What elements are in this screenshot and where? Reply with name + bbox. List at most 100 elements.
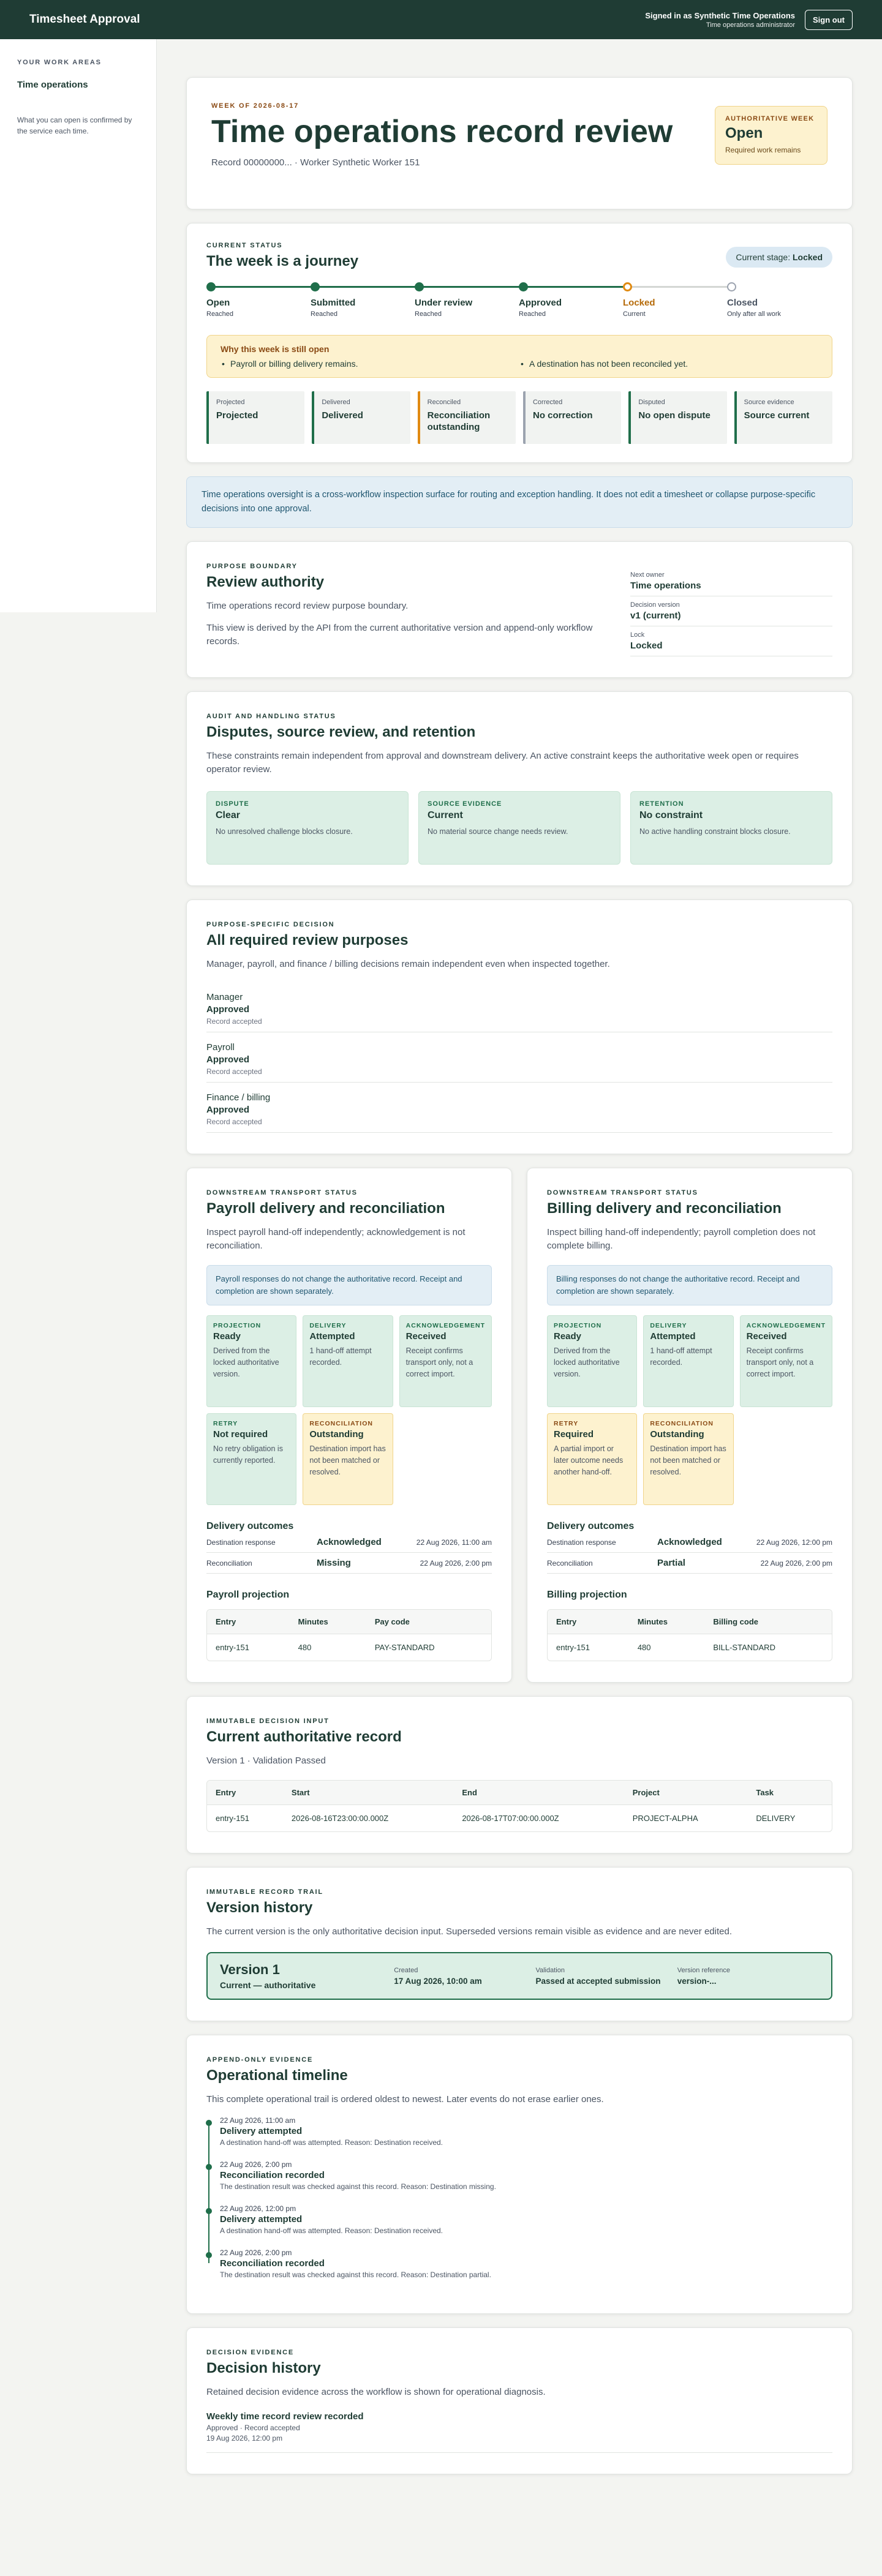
section-eyebrow: IMMUTABLE RECORD TRAIL [206, 1888, 323, 1896]
dispute-status: DISPUTE Clear No unresolved challenge bloc… [206, 791, 409, 865]
callout-item: Payroll or billing delivery remains. [221, 359, 519, 369]
timeline-event: 22 Aug 2026, 11:00 am Delivery attempted A… [206, 2116, 832, 2147]
step-approved: Approved Reached [519, 282, 617, 318]
sidebar-heading: YOUR WORK AREAS [17, 59, 102, 66]
step-status: Reached [519, 310, 546, 318]
status-label: RECONCILIATION [309, 1420, 373, 1427]
section-eyebrow: DECISION EVIDENCE [206, 2349, 295, 2356]
outcome-value: Acknowledged [657, 1537, 722, 1547]
outcome-label: Destination response [206, 1538, 276, 1547]
week-label: WEEK OF 2026-08-17 [211, 102, 300, 110]
timeline-event: 22 Aug 2026, 2:00 pm Reconciliation recor… [206, 2160, 832, 2191]
version-validation: Validation Passed at accepted submission [535, 1967, 677, 1986]
status-dimensions: Projected Projected Delivered Delivered Re… [206, 391, 832, 444]
review-name: Payroll [206, 1042, 235, 1053]
column-header: Entry [548, 1610, 629, 1634]
app-title: Timesheet Approval [29, 13, 140, 26]
section-eyebrow: APPEND-ONLY EVIDENCE [206, 2056, 314, 2063]
projection-heading: Payroll projection [206, 1590, 290, 1600]
step-label: Under review [415, 298, 473, 308]
status-value: Not required [213, 1429, 268, 1440]
authoritative-record-table: Entry Start End Project Task entry-151 2… [206, 1780, 832, 1832]
sign-out-button[interactable]: Sign out [805, 9, 853, 30]
status-value: Ready [554, 1331, 582, 1342]
step-label: Open [206, 298, 230, 308]
table-cell: entry-151 [556, 1643, 590, 1652]
status-label: SOURCE EVIDENCE [428, 800, 502, 808]
section-title: The week is a journey [206, 253, 359, 269]
status-stepper: Open Reached Submitted Reached Under revie… [206, 282, 832, 331]
event-title: Delivery attempted [220, 2126, 303, 2136]
event-time: 22 Aug 2026, 2:00 pm [220, 2248, 292, 2257]
purpose-boundary-card: PURPOSE BOUNDARY Review authority Time o… [186, 541, 853, 678]
dimension-label: Projected [216, 399, 245, 406]
review-status: Approved [206, 1004, 250, 1015]
step-locked: Locked Current [623, 282, 721, 318]
event-time: 22 Aug 2026, 2:00 pm [220, 2160, 292, 2169]
payroll-delivery-card: DOWNSTREAM TRANSPORT STATUS Payroll deli… [186, 1168, 512, 1683]
dimension-disputed: Disputed No open dispute [628, 391, 727, 444]
status-label: ACKNOWLEDGEMENT [746, 1322, 826, 1329]
sidebar-note: What you can open is confirmed by the se… [17, 116, 132, 135]
projection-heading: Billing projection [547, 1590, 627, 1600]
status-value: Current [428, 810, 463, 820]
sidebar-item-time-operations[interactable]: Time operations [17, 80, 139, 90]
dimension-value: Projected [216, 410, 258, 421]
step-dot [206, 282, 216, 291]
status-label: ACKNOWLEDGEMENT [405, 1322, 485, 1329]
table-cell: PAY-STANDARD [374, 1643, 435, 1652]
version-summary: Version 1 · Validation Passed [206, 1756, 326, 1766]
column-header: Start [282, 1781, 454, 1805]
status-value: Outstanding [650, 1429, 704, 1440]
table-cell: 2026-08-16T23:00:00.000Z [291, 1814, 389, 1823]
timeline-event: 22 Aug 2026, 2:00 pm Reconciliation recor… [206, 2248, 832, 2279]
billing-info-note: Billing responses do not change the auth… [547, 1265, 832, 1305]
event-title: Delivery attempted [220, 2214, 303, 2225]
timeline-dot [206, 2164, 212, 2170]
column-header: End [453, 1781, 624, 1805]
column-header: Task [747, 1781, 832, 1805]
detail-label: Validation [535, 1966, 565, 1974]
section-eyebrow: AUDIT AND HANDLING STATUS [206, 713, 336, 720]
status-value: No constraint [639, 810, 703, 820]
outcome-time: 22 Aug 2026, 11:00 am [416, 1538, 492, 1547]
billing-acknowledgement-status: ACKNOWLEDGEMENT Received Receipt confirms … [739, 1315, 832, 1407]
dimension-label: Delivered [322, 399, 350, 406]
dimension-value: Reconciliation outstanding [427, 410, 491, 432]
detail-label: Next owner [630, 571, 665, 579]
outcome-label: Reconciliation [547, 1558, 593, 1568]
table-row: entry-151 480 BILL-STANDARD [548, 1634, 832, 1661]
lock-row: Lock Locked [630, 626, 832, 656]
billing-projection-status: PROJECTION Ready Derived from the locked a… [547, 1315, 638, 1407]
section-eyebrow: IMMUTABLE DECISION INPUT [206, 1718, 330, 1725]
version-entry[interactable]: Version 1 Current — authoritative Create… [206, 1952, 832, 2000]
status-value: Clear [216, 810, 241, 820]
dimension-label: Corrected [532, 399, 563, 406]
user-info: Signed in as Synthetic Time Operations T… [645, 11, 795, 29]
column-header: Billing code [704, 1610, 832, 1634]
payroll-acknowledgement-status: ACKNOWLEDGEMENT Received Receipt confirms … [399, 1315, 492, 1407]
status-note: 1 hand-off attempt recorded. [650, 1346, 712, 1367]
callout-item: A destination has not been reconciled ye… [519, 359, 818, 369]
dimension-delivered: Delivered Delivered [312, 391, 410, 444]
outcome-label: Reconciliation [206, 1558, 252, 1568]
section-description: Retained decision evidence across the wo… [206, 2387, 546, 2397]
auth-note: Required work remains [725, 146, 801, 154]
detail-value: v1 (current) [630, 610, 681, 621]
dimension-value: No correction [532, 410, 593, 421]
detail-value: 17 Aug 2026, 10:00 am [394, 1976, 482, 1986]
billing-retry-status: RETRY Required A partial import or later o… [547, 1413, 638, 1505]
source-evidence-status: SOURCE EVIDENCE Current No material source… [418, 791, 620, 865]
column-header: Minutes [628, 1610, 705, 1634]
dimension-source-evidence: Source evidence Source current [734, 391, 832, 444]
detail-value: Locked [630, 640, 663, 651]
review-purposes-card: PURPOSE-SPECIFIC DECISION All required r… [186, 899, 853, 1154]
table-cell: BILL-STANDARD [713, 1643, 775, 1652]
table-row: entry-151 2026-08-16T23:00:00.000Z 2026-… [207, 1805, 832, 1831]
version-history-card: IMMUTABLE RECORD TRAIL Version history T… [186, 1867, 853, 2021]
timeline: 22 Aug 2026, 11:00 am Delivery attempted A… [206, 2116, 832, 2279]
status-value: Required [554, 1429, 594, 1440]
status-note: Derived from the locked authoritative ve… [213, 1346, 279, 1378]
status-note: 1 hand-off attempt recorded. [309, 1346, 372, 1367]
billing-projection-table: Entry Minutes Billing code entry-151 480… [547, 1609, 832, 1661]
